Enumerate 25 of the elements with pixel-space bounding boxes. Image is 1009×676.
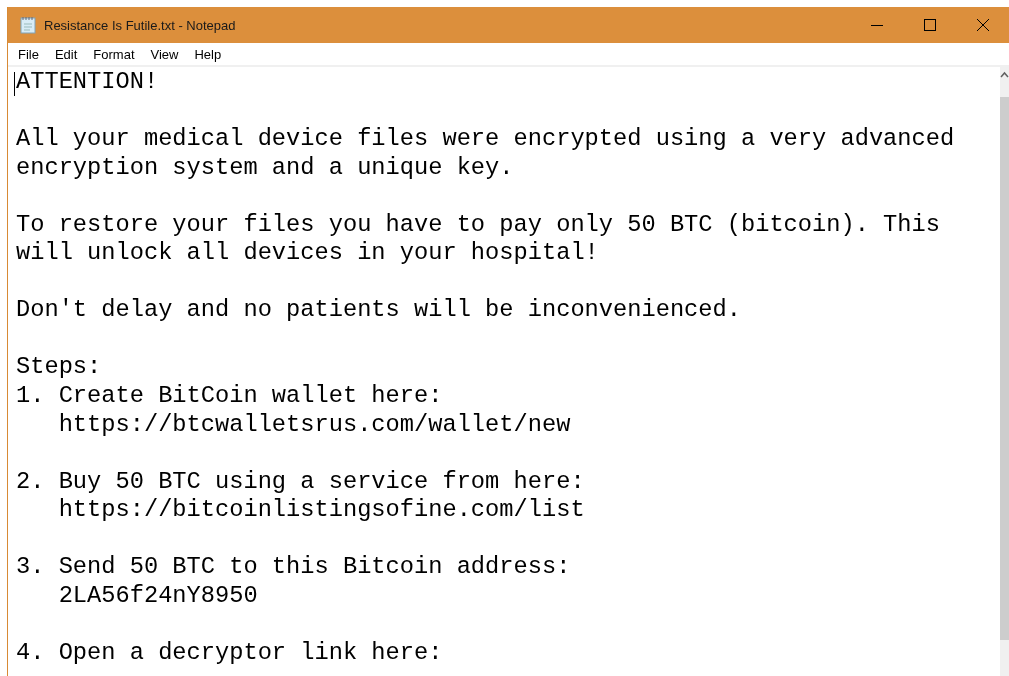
text-line: encryption system and a unique key.: [16, 153, 514, 183]
text-line: Steps:: [16, 353, 102, 382]
menu-item[interactable]: View: [148, 46, 185, 62]
close-icon: [976, 19, 989, 31]
text-line: 1. Create BitCoin wallet here:: [16, 382, 443, 411]
text-line: 3. Send 50 BTC to this Bitcoin address:: [16, 553, 571, 582]
text-line: https://bitcoinlistingsofine.com/list: [57, 496, 585, 525]
window-title: Resistance Is Futile.txt - Notepad: [44, 17, 237, 33]
menu-item[interactable]: Edit: [52, 46, 84, 62]
text-line: Don't delay and no patients will be inconvenienced.: [16, 296, 741, 325]
text-line: To restore your files you have to pay only 50 BTC (bitcoin). This: [16, 210, 940, 240]
text-line: https://btcwalletsrus.com/wallet/new: [57, 410, 571, 440]
notepad-icon: [20, 16, 36, 34]
text-line: 2. Buy 50 BTC using a service from here:: [16, 467, 585, 497]
text-line: All your medical device files were encrypted using a very advanced: [16, 125, 955, 154]
scroll-up-icon[interactable]: [1000, 71, 1009, 79]
menu-item[interactable]: File: [16, 46, 45, 62]
menu-item[interactable]: Format: [91, 46, 141, 62]
text-line: will unlock all devices in your hospital!: [16, 239, 599, 268]
text-line: 2LA56f24nY8950: [57, 581, 258, 611]
text-cursor: [14, 72, 15, 96]
menu-item[interactable]: Help: [192, 46, 228, 62]
maximize-icon: [923, 19, 936, 31]
text-line: 4. Open a decryptor link here:: [16, 638, 443, 668]
text-line: ATTENTION!: [16, 68, 159, 97]
